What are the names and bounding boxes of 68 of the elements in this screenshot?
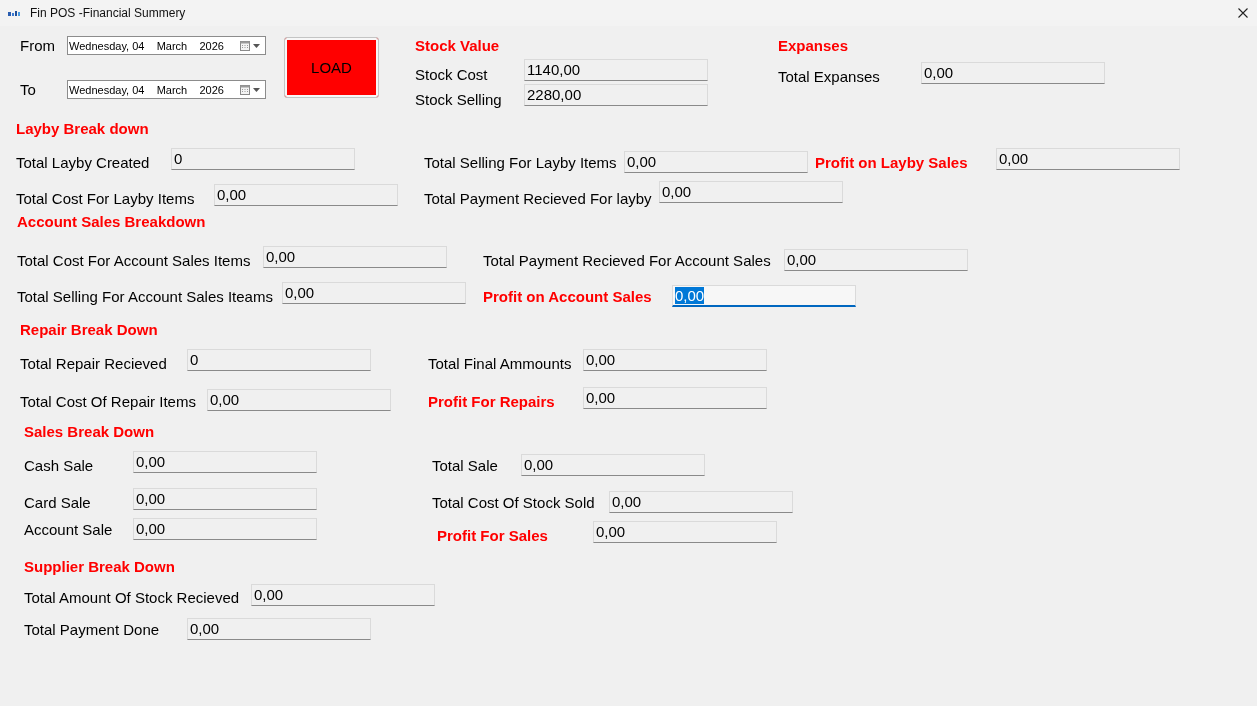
close-icon [1238,8,1248,18]
section-heading: Stock Value [415,37,501,55]
field-label: Total Amount Of Stock Recieved [24,588,241,606]
field-label: Total Selling For Account Sales Iteams [17,287,274,305]
field-label: Stock Selling [415,90,503,108]
field-label: Total Repair Recieved [20,354,168,372]
text-field[interactable]: 0,00 [593,521,777,543]
section-heading: Supplier Break Down [24,558,175,576]
text-field[interactable]: 0,00 [214,184,398,206]
window-title: Fin POS -Financial Summery [30,6,186,20]
section-heading: Sales Break Down [24,423,155,441]
text-field[interactable]: 0,00 [609,491,793,513]
text-field[interactable]: 0,00 [207,389,391,411]
caret-icon [253,43,260,48]
field-label: Total Layby Created [16,153,151,171]
text-field[interactable]: 2280,00 [524,84,708,106]
text-field[interactable]: 0 [171,148,355,170]
field-label: Profit For Sales [437,526,549,544]
section-heading: Layby Break down [16,120,149,138]
text-field[interactable]: 0,00 [133,451,317,473]
field-label: Total Selling For Layby Items [424,153,618,171]
text-field[interactable]: 0,00 [624,151,808,173]
field-label: Total Cost For Layby Items [16,189,196,207]
calendar-icon [240,84,250,95]
text-field[interactable]: 0,00 [784,249,968,271]
date-label: To [20,81,37,98]
date-label: From [20,37,56,54]
field-label: Card Sale [24,493,92,511]
caret-icon [253,87,260,92]
field-label: Profit on Layby Sales [815,153,969,171]
text-field[interactable]: 0,00 [659,181,843,203]
text-field[interactable]: 0,00 [583,387,767,409]
text-field[interactable]: 0,00 [251,584,435,606]
section-heading: Repair Break Down [20,321,158,339]
text-field[interactable]: 0,00 [263,246,447,268]
close-button[interactable] [1237,7,1249,19]
field-label: Total Cost Of Stock Sold [432,493,596,511]
text-field[interactable]: 0,00 [583,349,767,371]
text-field[interactable]: 0 [187,349,371,371]
field-label: Account Sale [24,520,114,538]
field-label: Profit For Repairs [428,392,556,410]
field-label: Total Payment Recieved For layby [424,189,653,207]
app-icon [8,10,20,16]
field-label: Total Payment Recieved For Account Sales [483,251,772,269]
text-field[interactable]: 0,00 [187,618,371,640]
text-field[interactable]: 0,00 [282,282,466,304]
text-field[interactable]: 0,00 [521,454,705,476]
field-label: Total Cost For Account Sales Items [17,251,252,269]
field-label: Total Payment Done [24,620,161,638]
field-label: Profit on Account Sales [483,287,653,305]
text-field[interactable]: 0,00 [133,518,317,540]
load-button[interactable]: LOAD [284,37,379,98]
field-label: Cash Sale [24,456,95,474]
text-field[interactable]: 1140,00 [524,59,708,81]
text-field[interactable]: 0,00 [133,488,317,510]
field-label: Total Cost Of Repair Items [20,392,197,410]
calendar-icon [240,40,250,51]
text-field[interactable]: 0,00 [996,148,1180,170]
section-heading: Account Sales Breakdown [17,213,206,231]
date-picker[interactable]: Wednesday, 04 March 2026 [67,36,266,55]
text-field[interactable]: 0,00 [672,285,856,307]
date-picker[interactable]: Wednesday, 04 March 2026 [67,80,266,99]
text-field[interactable]: 0,00 [921,62,1105,84]
section-heading: Expanses [778,37,850,55]
field-label: Total Sale [432,456,499,474]
field-label: Stock Cost [415,65,489,83]
field-label: Total Final Ammounts [428,354,573,372]
field-label: Total Expanses [778,67,881,85]
